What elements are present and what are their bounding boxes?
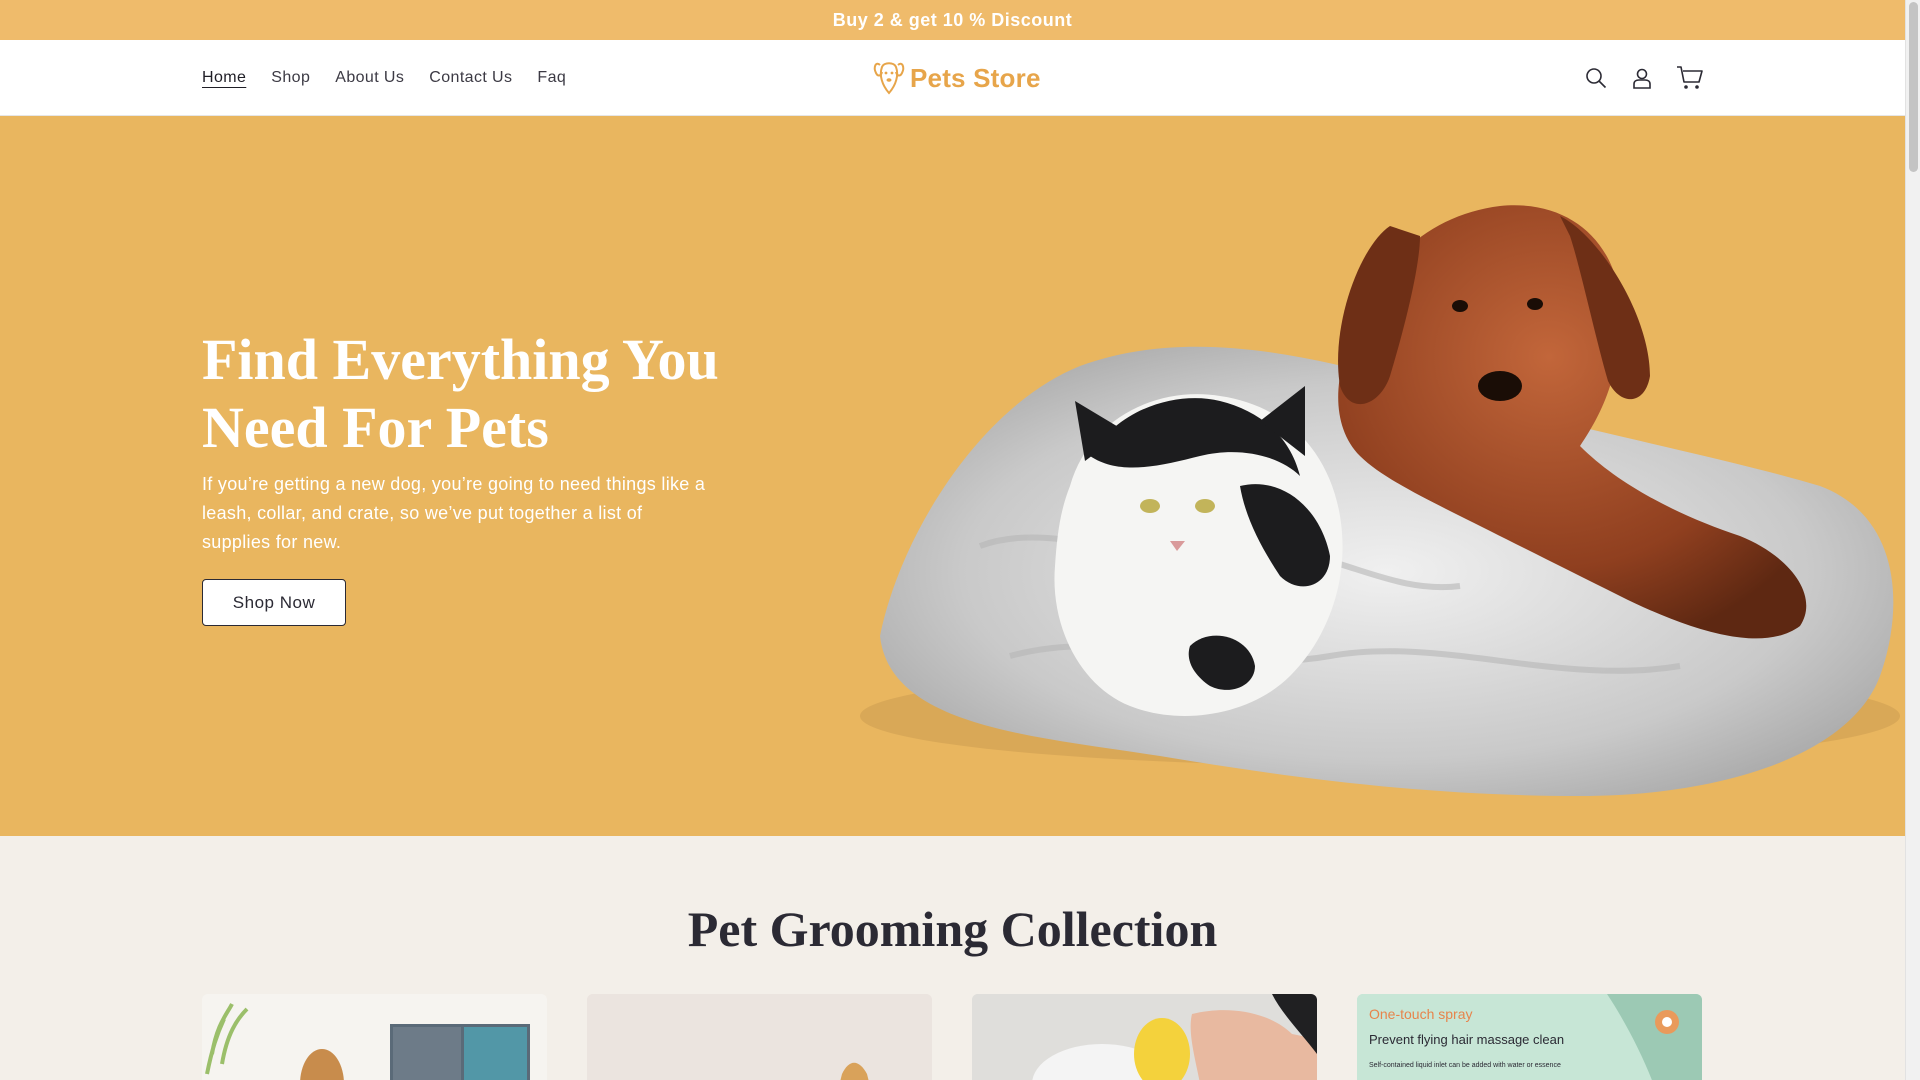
scrollbar-thumb[interactable] [1909,2,1918,172]
product-card[interactable] [202,994,547,1080]
account-icon[interactable] [1629,65,1655,91]
product-image [202,994,547,1080]
announcement-text: Buy 2 & get 10 % Discount [832,9,1073,30]
nav-about-us[interactable]: About Us [335,69,404,87]
collection-title: Pet Grooming Collection [687,901,1218,957]
site-header: Home Shop About Us Contact Us Faq Pets S… [0,40,1905,116]
collection-cards: One-touch spray Prevent flying hair mass… [202,994,1702,1080]
hero-title-line-2: Need For Pets [202,395,549,460]
nav-contact-us[interactable]: Contact Us [429,69,512,87]
nav-faq[interactable]: Faq [537,69,566,87]
product-image [587,994,932,1080]
hero-title: Find Everything You Need For Pets [202,326,842,462]
nav-shop[interactable]: Shop [271,69,310,87]
product-card[interactable] [587,994,932,1080]
dog-logo-icon [873,62,905,95]
card-caption-note: Self-contained liquid inlet can be added… [1369,1062,1561,1069]
main-nav: Home Shop About Us Contact Us Faq [202,40,591,116]
site-logo[interactable]: Pets Store [872,58,1041,98]
card-caption-title: One-touch spray [1369,1006,1473,1022]
product-card[interactable]: One-touch spray Prevent flying hair mass… [1357,994,1702,1080]
hero-pets-image [860,205,1900,796]
announcement-bar: Buy 2 & get 10 % Discount [0,0,1905,40]
product-image [972,994,1317,1080]
header-actions [1583,40,1705,116]
cart-icon[interactable] [1675,63,1705,93]
search-icon[interactable] [1583,65,1609,91]
page-scrollbar[interactable] [1905,0,1920,1080]
card-caption-subtitle: Prevent flying hair massage clean [1369,1032,1565,1047]
logo-text: Pets Store [910,62,1041,93]
nav-home[interactable]: Home [202,69,246,87]
hero-description: If you’re getting a new dog, you’re goin… [202,474,706,552]
shop-now-button[interactable]: Shop Now [202,579,346,626]
product-card[interactable] [972,994,1317,1080]
hero-banner: Find Everything You Need For Pets If you… [0,116,1905,836]
hero-title-line-1: Find Everything You [202,327,719,392]
